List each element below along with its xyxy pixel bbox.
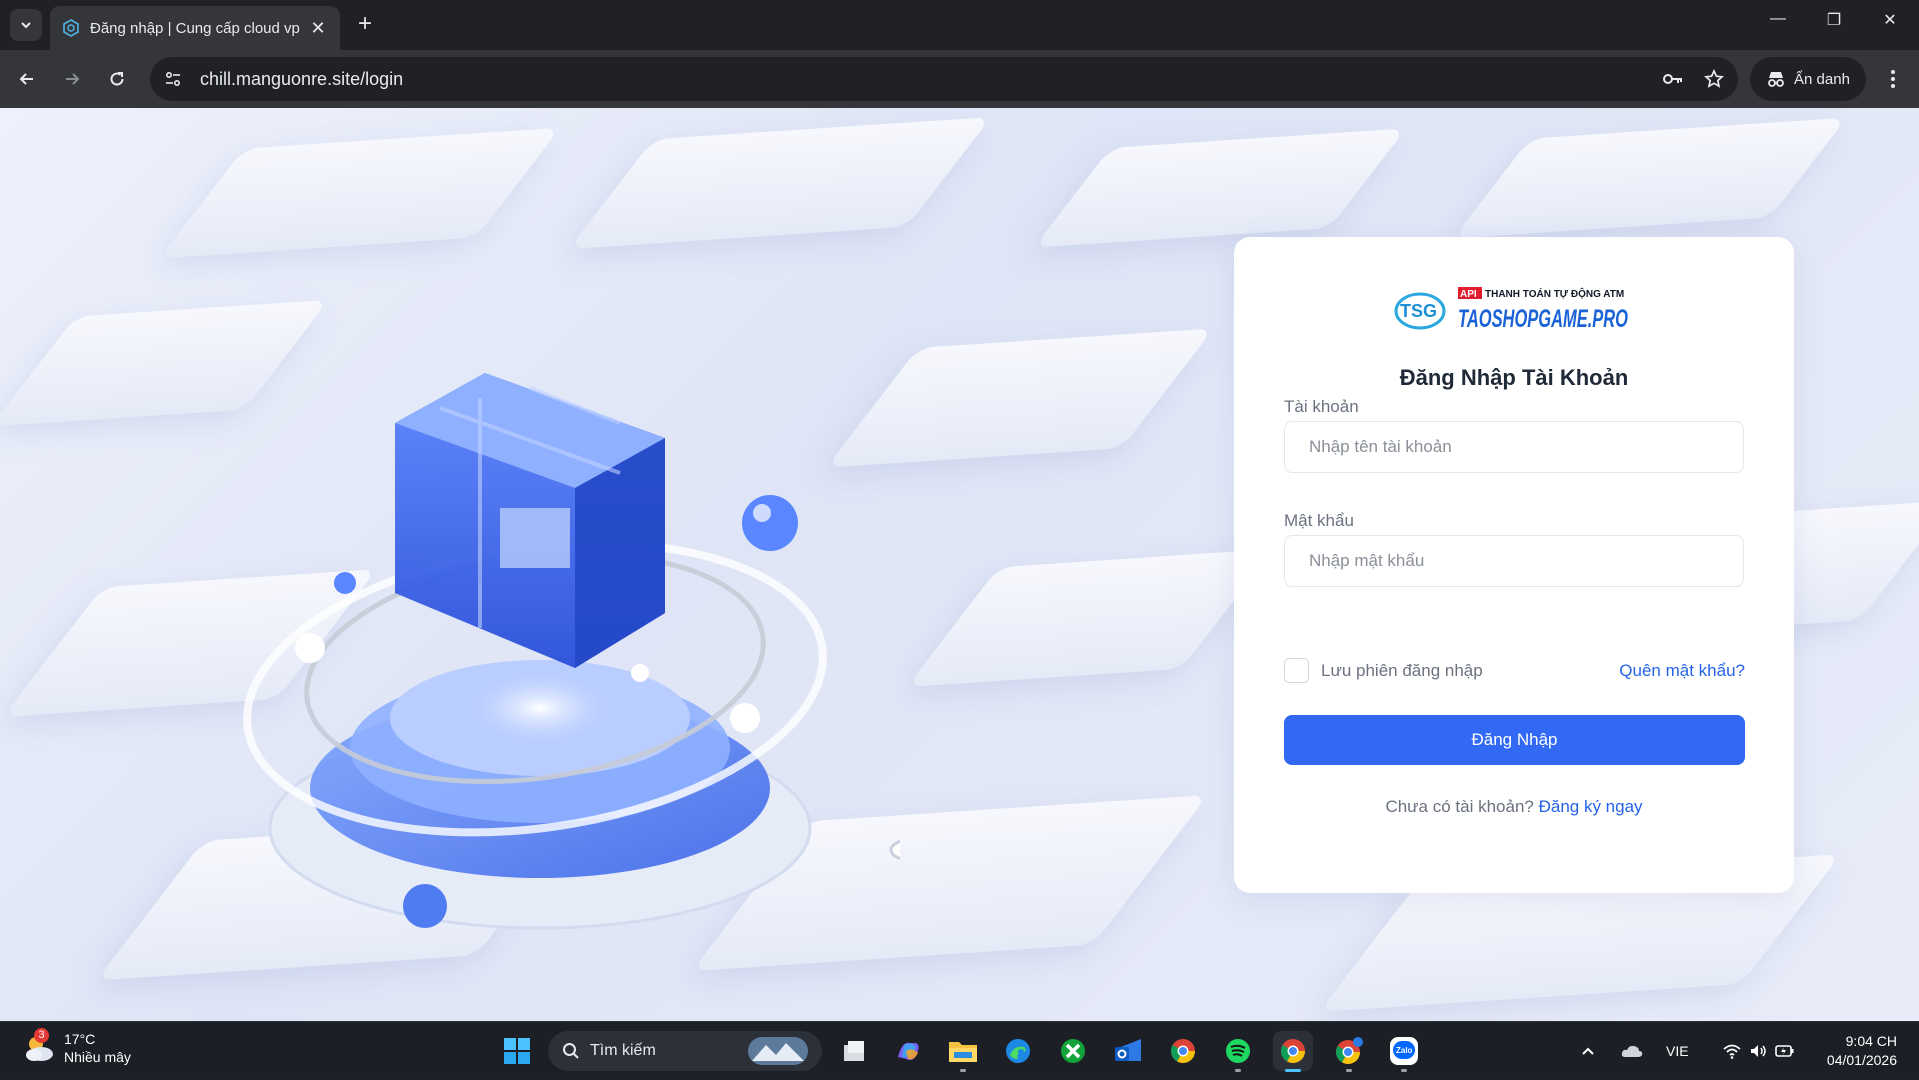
arrow-right-icon — [66, 73, 80, 85]
chevron-down-icon — [21, 22, 31, 29]
no-account-text: Chưa có tài khoản? — [1385, 797, 1534, 816]
temperature: 17°C — [64, 1031, 96, 1047]
reload-button[interactable] — [101, 63, 133, 95]
windows-logo-icon — [504, 1038, 530, 1064]
site-favicon-icon — [63, 19, 79, 37]
system-clock[interactable]: 9:04 CH 04/01/2026 — [1827, 1032, 1897, 1070]
key-icon[interactable] — [1662, 71, 1684, 87]
remember-checkbox[interactable] — [1284, 658, 1309, 683]
tab-title: Đăng nhập | Cung cấp cloud vp — [90, 19, 300, 37]
star-icon[interactable] — [1704, 69, 1724, 89]
browser-menu-button[interactable] — [1878, 63, 1908, 95]
wifi-icon[interactable] — [1722, 1043, 1741, 1059]
tab-strip: Đăng nhập | Cung cấp cloud vp ✕ + — ❐ ✕ — [0, 0, 1919, 50]
password-input[interactable] — [1284, 535, 1744, 587]
login-title: Đăng Nhập Tài Khoản — [1399, 365, 1629, 390]
register-link[interactable]: Đăng ký ngay — [1539, 797, 1643, 816]
background-tile — [1453, 117, 1847, 239]
site-info-icon[interactable] — [164, 70, 182, 88]
forgot-password-link[interactable]: Quên mật khẩu? — [1619, 661, 1745, 681]
chevron-up-icon[interactable] — [1580, 1043, 1596, 1059]
more-vertical-icon — [1891, 70, 1895, 88]
start-button[interactable] — [497, 1031, 537, 1071]
background-tile — [568, 116, 992, 250]
xbox-icon[interactable] — [1053, 1031, 1093, 1071]
cube-illustration — [243, 373, 900, 930]
logo-name: TAOSHOPGAME.PRO — [1458, 305, 1628, 333]
chrome-profile-icon[interactable] — [1329, 1031, 1369, 1072]
weather-icon: 3 — [22, 1028, 56, 1065]
edge-icon[interactable] — [998, 1031, 1038, 1071]
new-tab-button[interactable]: + — [352, 12, 378, 38]
remember-me[interactable]: Lưu phiên đăng nhập — [1284, 658, 1483, 683]
taskbar-search[interactable]: Tìm kiếm — [548, 1031, 822, 1071]
search-label: Tìm kiếm — [590, 1042, 656, 1059]
weather-widget[interactable]: 3 17°C Nhiều mây — [22, 1028, 131, 1066]
zalo-icon[interactable]: Zalo — [1384, 1031, 1424, 1072]
onedrive-cloud-icon[interactable] — [1620, 1043, 1644, 1059]
address-bar[interactable]: chill.manguonre.site/login — [150, 57, 1738, 101]
running-indicator — [1235, 1069, 1241, 1072]
minimize-button[interactable]: — — [1758, 10, 1798, 38]
active-tab[interactable]: Đăng nhập | Cung cấp cloud vp ✕ — [50, 6, 340, 50]
zalo-label: Zalo — [1396, 1046, 1413, 1055]
logo-mark: TSG API THANH TOÁN TỰ ĐỘNG ATM TAOSHOPGA… — [1394, 287, 1628, 333]
incognito-indicator[interactable]: Ẩn danh — [1750, 57, 1866, 101]
volume-icon[interactable] — [1749, 1043, 1767, 1059]
background-tile — [1033, 128, 1407, 248]
incognito-label: Ẩn danh — [1794, 70, 1850, 88]
close-window-button[interactable]: ✕ — [1870, 10, 1910, 38]
clock-date: 04/01/2026 — [1826, 1052, 1897, 1068]
login-button[interactable]: Đăng Nhập — [1284, 715, 1745, 765]
username-label: Tài khoản — [1284, 397, 1359, 416]
logo-tagline: THANH TOÁN TỰ ĐỘNG ATM — [1485, 287, 1624, 300]
remember-label[interactable]: Lưu phiên đăng nhập — [1321, 661, 1483, 681]
system-tray: VIE — [1580, 1022, 1795, 1080]
site-logo: TSG API THANH TOÁN TỰ ĐỘNG ATM TAOSHOPGA… — [1394, 285, 1634, 337]
running-indicator — [1401, 1069, 1407, 1072]
running-indicator — [960, 1069, 966, 1072]
login-card: TSG API THANH TOÁN TỰ ĐỘNG ATM TAOSHOPGA… — [1234, 237, 1794, 893]
tab-close-icon[interactable]: ✕ — [308, 18, 328, 39]
back-button[interactable] — [11, 63, 43, 95]
battery-charging-icon[interactable] — [1774, 1043, 1795, 1059]
arrow-left-icon — [19, 73, 33, 85]
username-input[interactable] — [1284, 421, 1744, 473]
windows-taskbar: 3 17°C Nhiều mây Tìm kiếm Zalo VIE 9:04 … — [0, 1021, 1919, 1079]
browser-chrome: Đăng nhập | Cung cấp cloud vp ✕ + — ❐ ✕ … — [0, 0, 1919, 108]
weather-description: Nhiều mây — [64, 1049, 131, 1065]
logo-tag: API — [1460, 289, 1477, 300]
active-indicator — [1285, 1069, 1301, 1072]
forward-button[interactable] — [56, 63, 88, 95]
spotify-icon[interactable] — [1218, 1031, 1258, 1072]
search-icon — [563, 1043, 579, 1059]
logo-abbr: TSG — [1400, 301, 1437, 321]
password-label: Mật khẩu — [1284, 511, 1354, 530]
file-explorer-icon[interactable] — [943, 1031, 983, 1072]
restore-button[interactable]: ❐ — [1814, 10, 1854, 38]
url-text[interactable]: chill.manguonre.site/login — [200, 69, 403, 90]
copilot-icon[interactable] — [888, 1031, 928, 1071]
signup-prompt: Chưa có tài khoản? Đăng ký ngay — [1234, 797, 1794, 817]
browser-toolbar: chill.manguonre.site/login Ẩn danh — [0, 50, 1919, 108]
outlook-icon[interactable] — [1108, 1031, 1148, 1071]
tab-search-button[interactable] — [10, 9, 42, 41]
chrome-icon[interactable] — [1163, 1031, 1203, 1071]
background-tile — [159, 127, 561, 259]
task-view-icon[interactable] — [834, 1031, 874, 1071]
search-highlight-image — [748, 1037, 808, 1065]
language-indicator[interactable]: VIE — [1666, 1043, 1689, 1059]
running-indicator — [1346, 1069, 1352, 1072]
clock-time: 9:04 CH — [1845, 1033, 1897, 1049]
reload-icon — [110, 72, 124, 86]
weather-badge: 3 — [34, 1028, 49, 1043]
chrome-active-icon[interactable] — [1273, 1031, 1313, 1072]
page-viewport: TSG API THANH TOÁN TỰ ĐỘNG ATM TAOSHOPGA… — [0, 108, 1919, 1021]
incognito-icon — [1768, 72, 1784, 87]
background-tile — [906, 549, 1274, 687]
